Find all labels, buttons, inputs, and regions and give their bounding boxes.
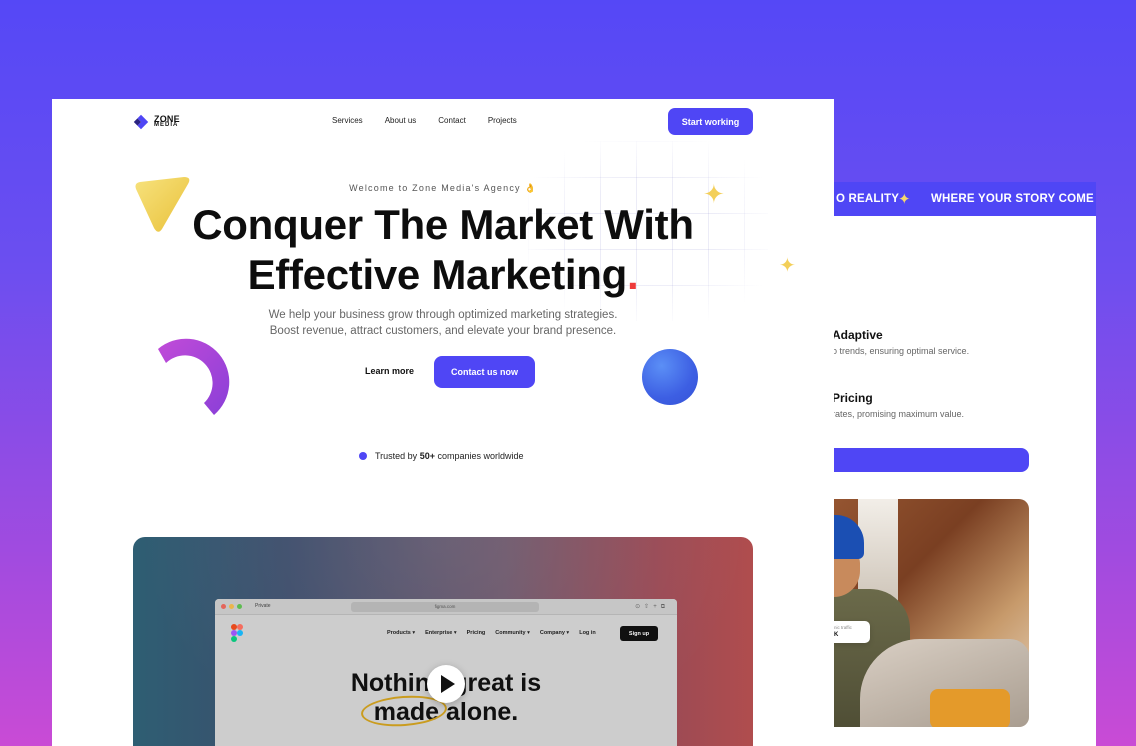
nav-link-contact[interactable]: Contact [438,116,466,125]
nav-link-projects[interactable]: Projects [488,116,517,125]
sparkle-icon: ✦ [898,191,911,208]
play-button[interactable] [427,665,465,703]
feature-title-adaptive: Adaptive [832,328,883,342]
headline-line-1: Conquer The Market With [192,201,694,248]
feature-title-pricing: Pricing [832,391,873,405]
learn-more-link[interactable]: Learn more [365,366,414,376]
contact-us-button[interactable]: Contact us now [434,356,535,388]
nav-links: Services About us Contact Projects [332,116,517,125]
customer-photo: ▮ Organic traffic 137K ends [800,499,1029,727]
logo-text-media: MEDIA [154,122,179,129]
showcase-frame: O REALITY ✦ WHERE YOUR STORY COME TO LI … [0,0,1136,746]
marquee-banner: O REALITY ✦ WHERE YOUR STORY COME TO LI [800,182,1096,216]
feature-desc-adaptive: o trends, ensuring optimal service. [832,346,970,356]
back-preview-card: O REALITY ✦ WHERE YOUR STORY COME TO LI … [800,182,1096,746]
headline-dot: . [627,251,639,298]
welcome-tagline: Welcome to Zone Media's Agency 👌 [349,183,537,193]
hero-subtitle: We help your business grow through optim… [52,307,834,339]
feature-desc-pricing: rates, promising maximum value. [832,409,965,419]
back-cta-button[interactable] [800,448,1029,472]
marquee-text-left: O REALITY [836,193,900,205]
embedded-browser: Private figma.com ⊙⇧+⧉ Products ▾ Enterp… [215,599,677,746]
nav-link-services[interactable]: Services [332,116,363,125]
arc-decoration [158,338,230,415]
trusted-count: 50+ [419,451,435,461]
verified-icon [359,452,367,460]
sphere-decoration [642,349,698,405]
subtitle-line-2: Boost revenue, attract customers, and el… [269,325,617,337]
start-working-button[interactable]: Start working [668,108,753,135]
trusted-suffix: companies worldwide [434,451,524,461]
trusted-prefix: Trusted by [375,451,420,461]
subtitle-line-1: We help your business grow through optim… [268,309,618,321]
trusted-badge: Trusted by 50+ companies worldwide [359,451,524,461]
play-icon [441,675,455,693]
logo-mark-icon [133,114,149,130]
headline-line-2: Effective Marketing [247,251,628,298]
hero-headline: Conquer The Market With Effective Market… [52,200,834,300]
marquee-text-right: WHERE YOUR STORY COME TO LI [931,193,1096,205]
nav-link-about[interactable]: About us [385,116,417,125]
top-nav: ZONE MEDIA Services About us Contact Pro… [52,99,834,145]
video-preview[interactable]: Private figma.com ⊙⇧+⧉ Products ▾ Enterp… [133,537,753,746]
zone-media-logo[interactable]: ZONE MEDIA [132,113,180,131]
landing-page-preview: ZONE MEDIA Services About us Contact Pro… [52,99,834,746]
